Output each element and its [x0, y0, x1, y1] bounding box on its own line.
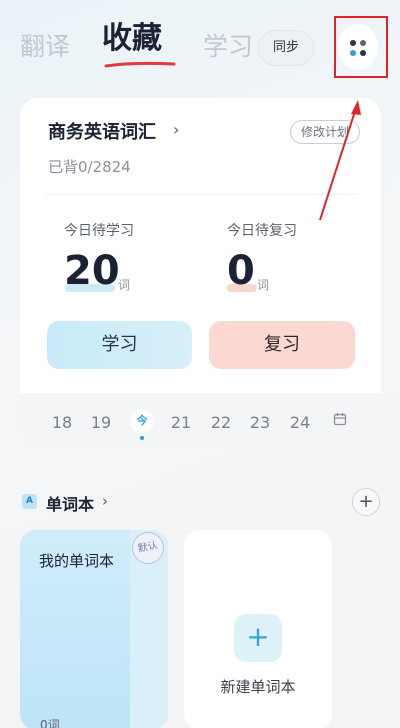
add-wordbook-button[interactable]: +	[352, 488, 380, 516]
plan-title[interactable]: 商务英语词汇	[48, 118, 156, 144]
week-calendar: 18 19 今 21 22 23 24	[20, 393, 381, 446]
calendar-day[interactable]: 24	[286, 413, 314, 432]
new-wordbook-label: 新建单词本	[220, 678, 296, 696]
plus-icon[interactable]: +	[234, 614, 282, 662]
chevron-right-icon[interactable]: ›	[173, 120, 179, 139]
study-plan-card: 商务英语词汇 › 修改计划 已背0/2824 今日待学习 20 词 今日待复习 …	[20, 98, 381, 446]
to-learn-label: 今日待学习	[64, 223, 134, 239]
sync-button[interactable]: 同步	[258, 30, 314, 66]
calendar-day[interactable]: 18	[48, 413, 76, 432]
review-button[interactable]: 复习	[209, 321, 355, 369]
new-wordbook-card[interactable]: + 新建单词本	[184, 530, 332, 728]
calendar-day[interactable]: 19	[87, 413, 115, 432]
to-learn-unit: 词	[118, 278, 131, 292]
wordbook-count: 0词	[40, 718, 60, 728]
tab-study[interactable]: 学习	[203, 32, 253, 62]
divider	[46, 194, 356, 195]
wordbook-icon: A	[22, 494, 37, 509]
wordbook-section-title[interactable]: 单词本	[46, 491, 94, 515]
calendar-icon[interactable]	[333, 412, 347, 426]
wordbook-name: 我的单词本	[39, 552, 115, 570]
tab-favorites[interactable]: 收藏	[102, 24, 162, 54]
to-learn-count: 20	[64, 248, 120, 294]
to-review-unit: 词	[257, 278, 270, 292]
calendar-day[interactable]: 21	[167, 413, 195, 432]
highlight-box	[334, 16, 388, 78]
tab-translate[interactable]: 翻译	[20, 32, 70, 62]
calendar-today[interactable]: 今	[130, 409, 154, 433]
active-tab-underline	[104, 61, 176, 68]
learn-button[interactable]: 学习	[47, 321, 192, 369]
chevron-right-icon[interactable]: ›	[102, 492, 108, 510]
to-review-count: 0	[227, 248, 255, 294]
calendar-day[interactable]: 22	[207, 413, 235, 432]
plan-progress: 已背0/2824	[48, 158, 131, 176]
today-indicator-dot	[140, 436, 144, 440]
calendar-day[interactable]: 23	[246, 413, 274, 432]
edit-plan-button[interactable]: 修改计划	[290, 120, 360, 144]
to-review-label: 今日待复习	[227, 223, 297, 239]
